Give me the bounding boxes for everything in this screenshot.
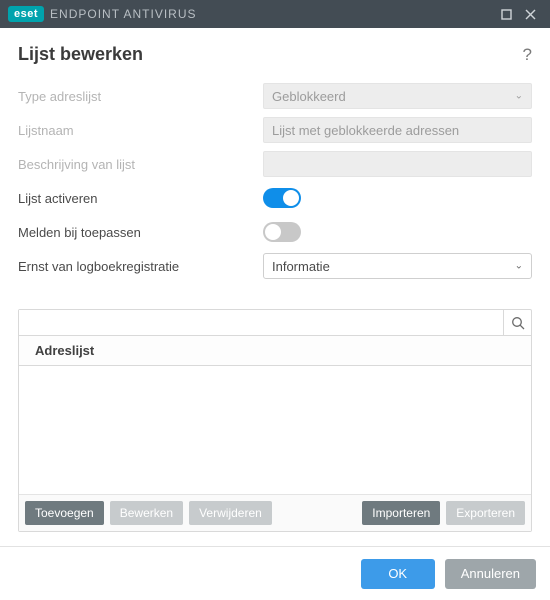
input-list-name: Lijst met geblokkeerde adressen [263, 117, 532, 143]
list-body[interactable] [19, 366, 531, 494]
titlebar: eset ENDPOINT ANTIVIRUS [0, 0, 550, 28]
label-list-name: Lijstnaam [18, 123, 263, 138]
search-button[interactable] [503, 310, 531, 335]
label-severity: Ernst van logboekregistratie [18, 259, 263, 274]
list-action-bar: Toevoegen Bewerken Verwijderen Importere… [19, 494, 531, 531]
export-button: Exporteren [446, 501, 525, 525]
edit-button: Bewerken [110, 501, 183, 525]
dialog-footer: OK Annuleren [0, 546, 550, 600]
label-activate: Lijst activeren [18, 191, 263, 206]
content-area: Lijst bewerken ? Type adreslijst Geblokk… [0, 28, 550, 544]
window-close-button[interactable] [518, 2, 542, 26]
brand-text: ENDPOINT ANTIVIRUS [50, 7, 196, 21]
label-notify: Melden bij toepassen [18, 225, 263, 240]
add-button[interactable]: Toevoegen [25, 501, 104, 525]
select-list-type: Geblokkeerd ⌄ [263, 83, 532, 109]
window-maximize-button[interactable] [494, 2, 518, 26]
toggle-activate[interactable] [263, 188, 301, 208]
toggle-notify[interactable] [263, 222, 301, 242]
ok-button[interactable]: OK [361, 559, 435, 589]
address-list-panel: Adreslijst Toevoegen Bewerken Verwijdere… [18, 309, 532, 532]
label-list-type: Type adreslijst [18, 89, 263, 104]
brand-badge: eset [8, 6, 44, 22]
help-icon[interactable]: ? [523, 45, 532, 65]
chevron-down-icon: ⌄ [515, 91, 523, 102]
select-severity-value: Informatie [272, 259, 330, 274]
cancel-button[interactable]: Annuleren [445, 559, 536, 589]
input-list-desc [263, 151, 532, 177]
search-input[interactable] [19, 310, 503, 335]
select-severity[interactable]: Informatie ⌄ [263, 253, 532, 279]
import-button[interactable]: Importeren [362, 501, 440, 525]
input-list-name-value: Lijst met geblokkeerde adressen [272, 123, 459, 138]
list-column-header[interactable]: Adreslijst [19, 336, 531, 366]
page-title: Lijst bewerken [18, 44, 523, 65]
label-list-desc: Beschrijving van lijst [18, 157, 263, 172]
chevron-down-icon: ⌄ [515, 261, 523, 272]
select-list-type-value: Geblokkeerd [272, 89, 346, 104]
delete-button: Verwijderen [189, 501, 272, 525]
